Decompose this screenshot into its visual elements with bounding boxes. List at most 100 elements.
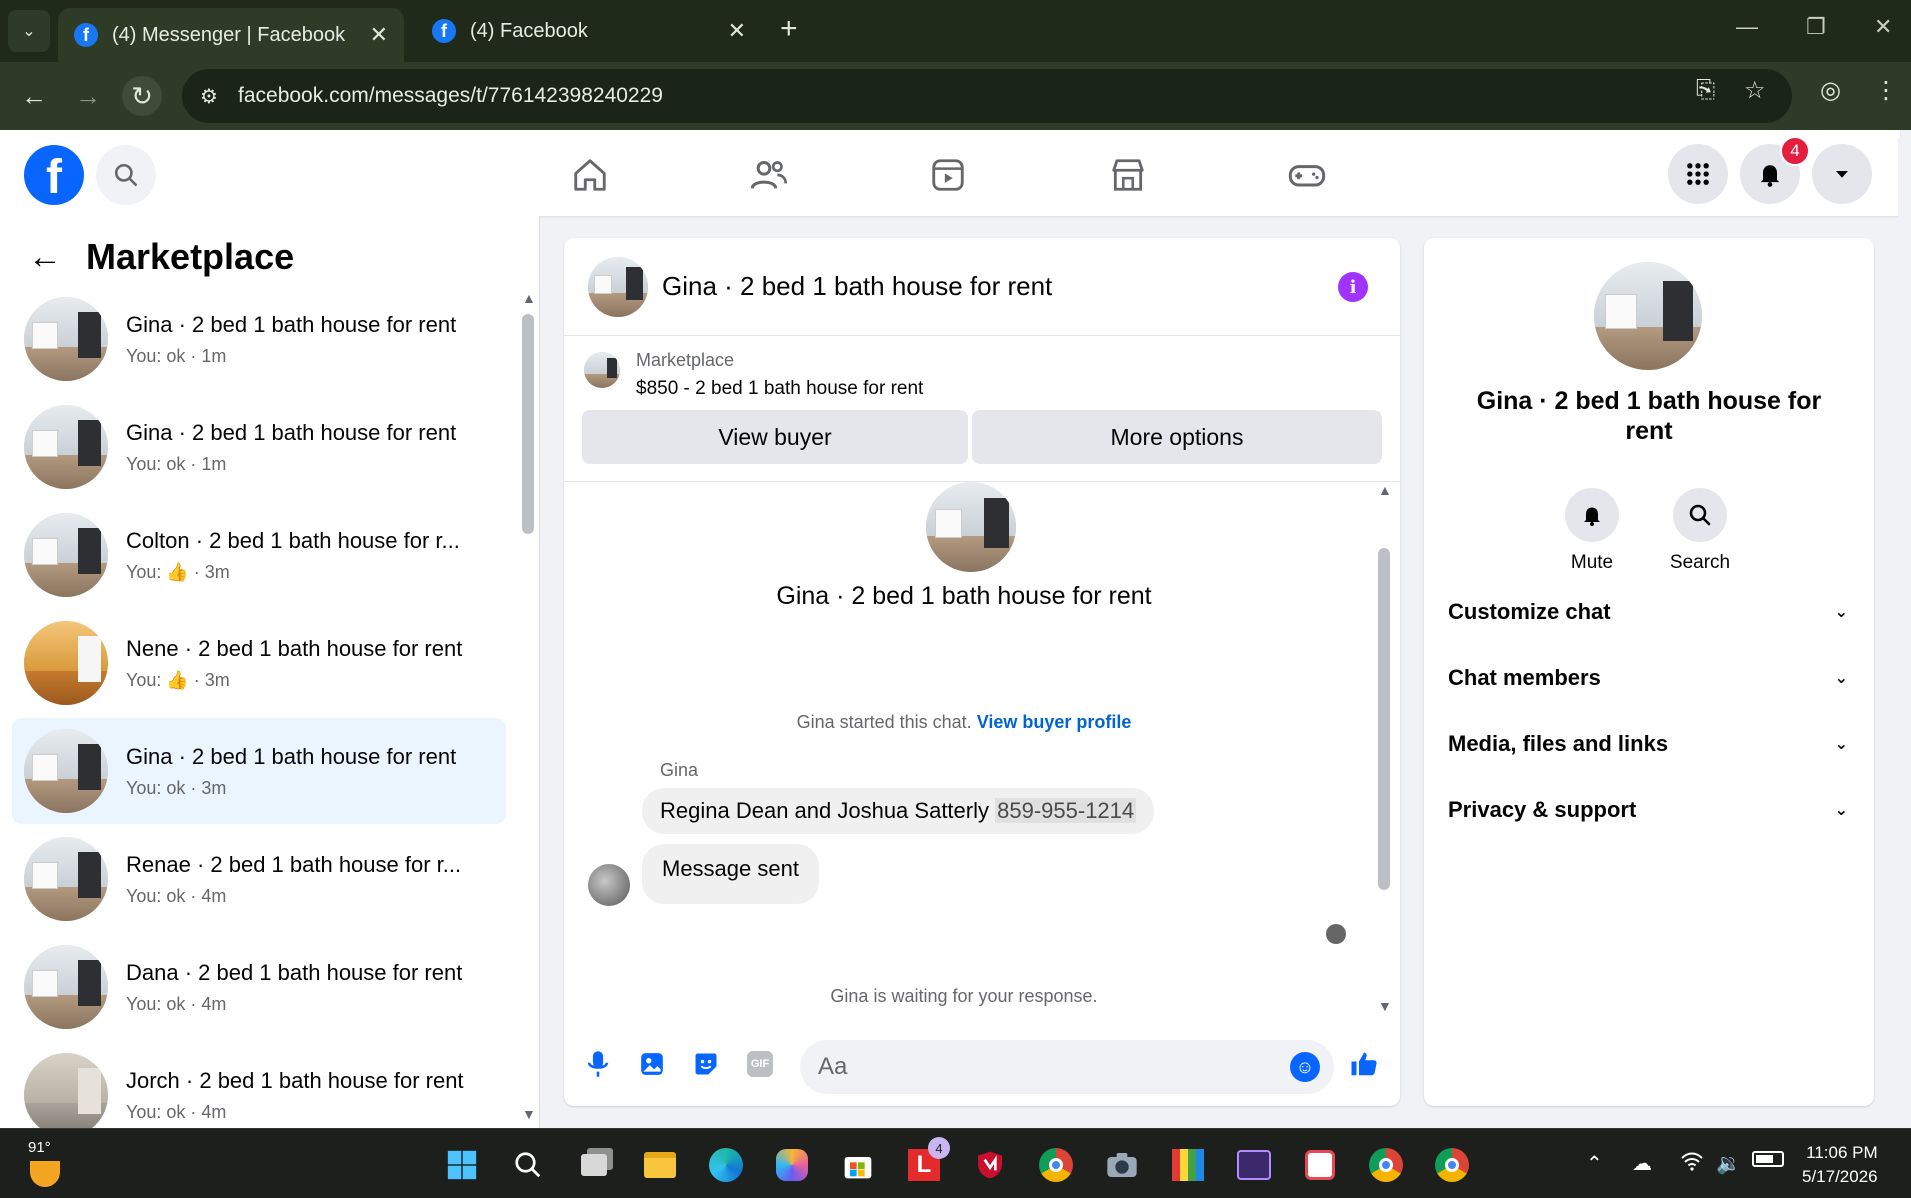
conversation-item[interactable]: Jorch · 2 bed 1 bath house for rent You: … (12, 1042, 506, 1128)
conversation-preview: You: ok · 4m (126, 993, 227, 1014)
privacy-support-section[interactable]: Privacy & support ⌄ (1448, 782, 1848, 838)
camera-icon[interactable] (1102, 1145, 1142, 1185)
task-view-icon[interactable] (574, 1145, 614, 1185)
listing-photo-avatar (24, 297, 108, 381)
facebook-logo-icon[interactable]: f (24, 145, 84, 205)
scroll-down-icon[interactable]: ▼ (522, 1106, 536, 1122)
friends-icon[interactable] (744, 150, 794, 200)
windows-start-icon[interactable] (442, 1145, 482, 1185)
home-icon[interactable] (565, 150, 615, 200)
media-files-links-section[interactable]: Media, files and links ⌄ (1448, 716, 1848, 772)
copilot-icon[interactable] (772, 1145, 812, 1185)
weather-sun-icon[interactable] (30, 1161, 60, 1187)
page-scrollbar[interactable] (1898, 138, 1911, 1128)
conversation-item[interactable]: Nene · 2 bed 1 bath house for rent You: 👍… (12, 610, 506, 716)
tab-search-button[interactable]: ⌄ (8, 10, 50, 52)
weather-temperature[interactable]: 91° (28, 1139, 51, 1156)
conversation-item[interactable]: Dana · 2 bed 1 bath house for rent You: o… (12, 934, 506, 1040)
bubble-game-icon[interactable] (1234, 1145, 1274, 1185)
conversation-item[interactable]: Gina · 2 bed 1 bath house for rent You: o… (12, 394, 506, 500)
edge-browser-icon[interactable] (706, 1145, 746, 1185)
tab-messenger[interactable]: f (4) Messenger | Facebook ✕ (58, 8, 404, 62)
chrome-profile-icon[interactable] (1366, 1145, 1406, 1185)
thumbs-up-icon[interactable] (1348, 1048, 1380, 1080)
volume-icon[interactable]: 🔉 (1716, 1151, 1741, 1176)
menu-grid-icon[interactable] (1668, 144, 1728, 204)
cloud-icon[interactable]: ☁ (1632, 1151, 1652, 1176)
photo-icon[interactable] (636, 1048, 668, 1080)
scrollbar-thumb[interactable] (522, 314, 534, 534)
gif-icon[interactable]: GIF (744, 1048, 776, 1080)
chat-avatar[interactable] (588, 256, 648, 317)
minimize-icon[interactable]: — (1736, 14, 1758, 40)
emoji-icon[interactable]: ☺ (1290, 1052, 1320, 1082)
tab-facebook[interactable]: f (4) Facebook ✕ (416, 8, 762, 54)
wifi-icon[interactable] (1680, 1151, 1704, 1177)
message-input[interactable]: Aa ☺ (800, 1040, 1334, 1094)
conversation-item[interactable]: Gina · 2 bed 1 bath house for rent You: o… (12, 286, 506, 392)
site-settings-icon[interactable]: ⚙ (200, 84, 230, 109)
chat-details-panel: Gina · 2 bed 1 bath house for rent Mute … (1424, 238, 1874, 1106)
listing-photo-avatar (24, 837, 108, 921)
search-icon[interactable] (508, 1145, 548, 1185)
view-buyer-button[interactable]: View buyer (582, 410, 968, 464)
profile-icon[interactable]: ◎ (1820, 76, 1841, 105)
sender-avatar[interactable] (588, 864, 630, 906)
conversation-item[interactable]: Colton · 2 bed 1 bath house for r... You:… (12, 502, 506, 608)
conversation-name: Jorch · 2 bed 1 bath house for rent (126, 1067, 464, 1093)
chrome-profile-icon[interactable] (1432, 1145, 1472, 1185)
bookmark-star-icon[interactable]: ☆ (1744, 76, 1766, 105)
search-chat-button[interactable]: Search (1650, 488, 1750, 574)
info-icon[interactable]: i (1338, 272, 1368, 302)
close-tab-icon[interactable]: ✕ (370, 22, 388, 48)
forward-icon[interactable]: → (68, 76, 108, 116)
file-explorer-icon[interactable] (640, 1145, 680, 1185)
conversation-item[interactable]: Renae · 2 bed 1 bath house for r... You: … (12, 826, 506, 932)
sticker-icon[interactable] (690, 1048, 722, 1080)
scroll-up-icon[interactable]: ▲ (522, 290, 536, 306)
restore-icon[interactable]: ❐ (1806, 14, 1826, 40)
scroll-up-icon[interactable]: ▲ (1378, 482, 1392, 498)
mcafee-shield-icon[interactable] (970, 1145, 1010, 1185)
phone-number[interactable]: 859-955-1214 (995, 798, 1137, 823)
chrome-profile-icon[interactable] (1036, 1145, 1076, 1185)
show-hidden-icons-chevron-icon[interactable]: ⌃ (1586, 1151, 1603, 1176)
gaming-icon[interactable] (1282, 150, 1332, 200)
mute-button[interactable]: Mute (1542, 488, 1642, 574)
back-arrow-icon[interactable]: ← (28, 238, 62, 277)
battery-icon[interactable] (1752, 1151, 1784, 1167)
message-bubble[interactable]: Message sent (642, 844, 819, 904)
close-tab-icon[interactable]: ✕ (728, 18, 746, 44)
url-text[interactable]: facebook.com/messages/t/776142398240229 (238, 84, 663, 108)
close-window-icon[interactable]: ✕ (1874, 14, 1892, 40)
system-clock[interactable]: 11:06 PM 5/17/2026 (1802, 1141, 1878, 1189)
marketplace-icon[interactable] (1103, 150, 1153, 200)
conversation-item-selected[interactable]: Gina · 2 bed 1 bath house for rent You: o… (12, 718, 506, 824)
scrollbar-thumb[interactable] (1378, 548, 1390, 890)
details-avatar[interactable] (1594, 262, 1702, 370)
listing-price-title[interactable]: $850 - 2 bed 1 bath house for rent (636, 378, 923, 400)
search-icon[interactable] (96, 145, 156, 205)
tetris-game-icon[interactable] (1168, 1145, 1208, 1185)
scroll-down-icon[interactable]: ▼ (1378, 998, 1392, 1014)
snipping-tool-icon[interactable] (1300, 1145, 1340, 1185)
back-icon[interactable]: ← (14, 76, 54, 116)
new-tab-button[interactable]: + (780, 12, 798, 46)
browser-menu-icon[interactable]: ⋮ (1874, 76, 1898, 105)
microphone-icon[interactable] (582, 1048, 614, 1080)
install-app-icon[interactable]: ⎘ (1696, 76, 1715, 104)
message-bubble[interactable]: Regina Dean and Joshua Satterly 859-955-… (642, 788, 1155, 834)
chat-members-section[interactable]: Chat members ⌄ (1448, 650, 1848, 706)
video-icon[interactable] (923, 150, 973, 200)
customize-chat-section[interactable]: Customize chat ⌄ (1448, 584, 1848, 640)
url-field[interactable]: ⚙ facebook.com/messages/t/77614239824022… (182, 69, 1792, 123)
clock-date: 5/17/2026 (1802, 1167, 1878, 1186)
chat-title[interactable]: Gina · 2 bed 1 bath house for rent (662, 271, 1052, 302)
more-options-button[interactable]: More options (972, 410, 1382, 464)
marketplace-listing-card: Marketplace $850 - 2 bed 1 bath house fo… (564, 336, 1400, 482)
reload-icon[interactable]: ↻ (122, 76, 162, 116)
listing-thumbnail[interactable] (584, 352, 620, 388)
microsoft-store-icon[interactable] (838, 1145, 878, 1185)
account-dropdown-icon[interactable] (1812, 144, 1872, 204)
view-buyer-profile-link[interactable]: View buyer profile (977, 712, 1132, 732)
